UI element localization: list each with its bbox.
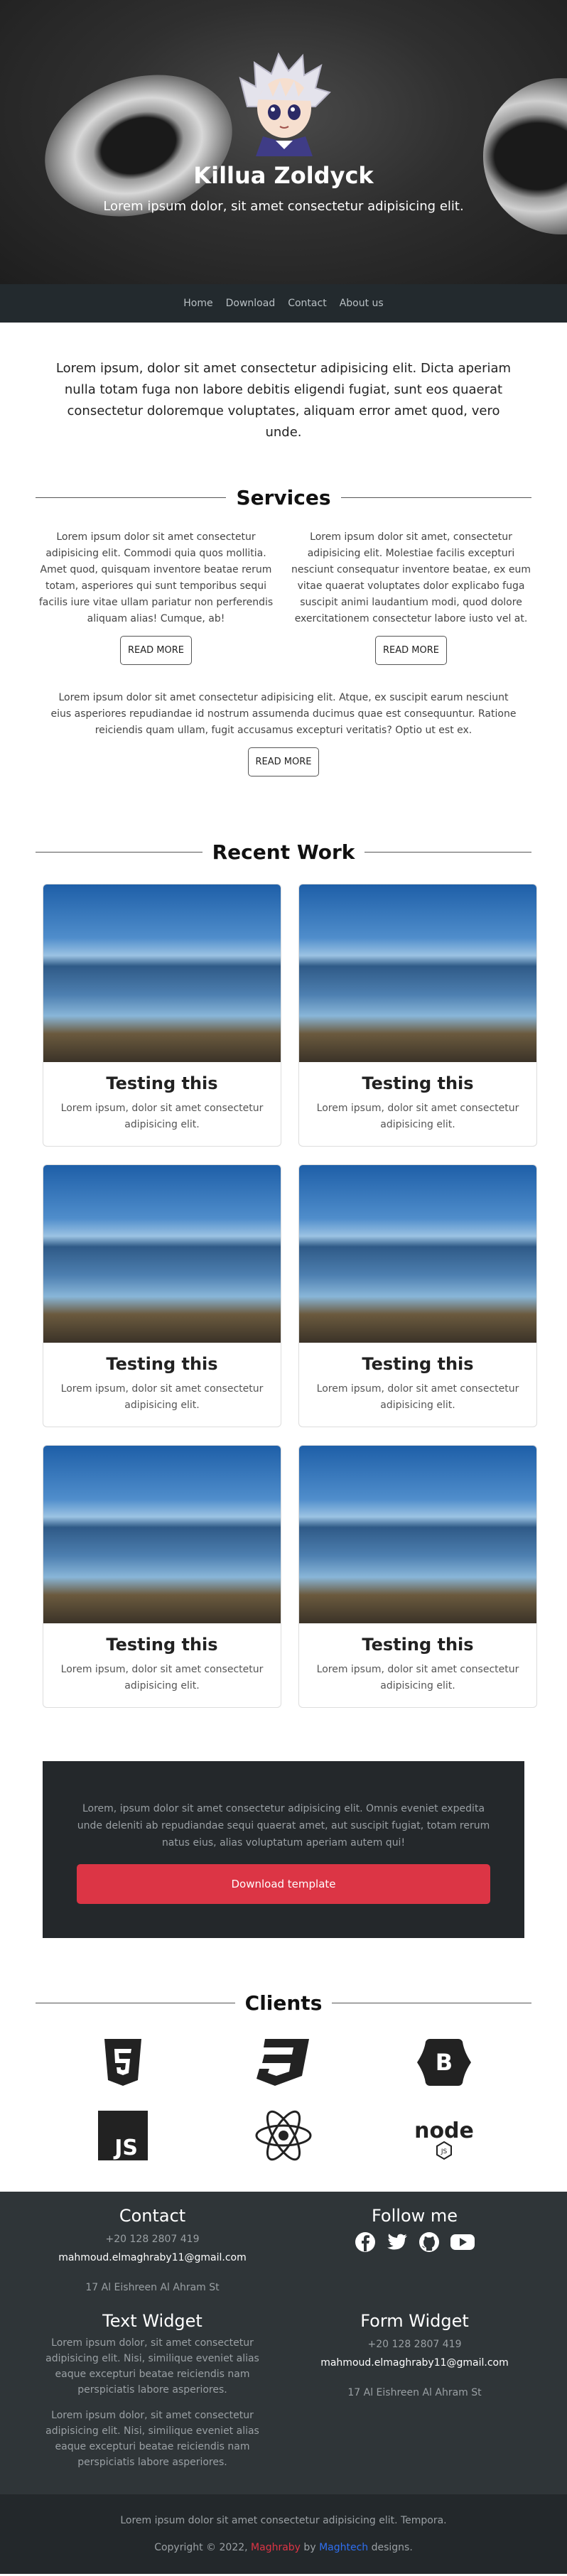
service-item: Lorem ipsum dolor sit amet, consectetur …: [291, 529, 531, 665]
card-title: Testing this: [106, 1635, 218, 1655]
work-card[interactable]: Testing this Lorem ipsum, dolor sit amet…: [43, 1164, 281, 1427]
form-widget-address: 17 Al Eishreen Al Ahram St: [347, 2387, 482, 2398]
form-widget-email[interactable]: mahmoud.elmaghraby11@gmail.com: [298, 2354, 531, 2372]
youtube-icon[interactable]: [450, 2231, 475, 2256]
card-text: Lorem ipsum, dolor sit amet consectetur …: [60, 1383, 264, 1411]
divider-line: [364, 852, 532, 853]
clients-heading-row: Clients: [0, 1991, 567, 2015]
bottom-text: Lorem ipsum dolor sit amet consectetur a…: [120, 2515, 447, 2526]
card-text: Lorem ipsum, dolor sit amet consectetur …: [60, 1664, 264, 1692]
read-more-button[interactable]: READ MORE: [375, 636, 447, 665]
contact-phone: +20 128 2807 419: [105, 2234, 200, 2245]
intro-text: Lorem ipsum, dolor sit amet consectetur …: [55, 361, 512, 440]
recent-work-heading-row: Recent Work: [0, 840, 567, 864]
read-more-button[interactable]: READ MORE: [120, 636, 192, 665]
work-card[interactable]: Testing this Lorem ipsum, dolor sit amet…: [43, 1445, 281, 1708]
card-text: Lorem ipsum, dolor sit amet consectetur …: [316, 1383, 519, 1411]
card-title: Testing this: [106, 1073, 218, 1093]
copyright-prefix: Copyright © 2022,: [154, 2542, 252, 2553]
killua-avatar-image: [239, 52, 331, 156]
service-item: Lorem ipsum dolor sit amet consectetur a…: [36, 529, 276, 665]
service-text: Lorem ipsum dolor sit amet consectetur a…: [38, 531, 274, 624]
divider-line: [340, 497, 532, 498]
card-text: Lorem ipsum, dolor sit amet consectetur …: [316, 1664, 519, 1692]
nav-link-contact[interactable]: Contact: [288, 298, 326, 309]
bottom-bar: Lorem ipsum dolor sit amet consectetur a…: [0, 2494, 567, 2574]
css3-logo-icon: [203, 2035, 364, 2090]
work-card[interactable]: Testing this Lorem ipsum, dolor sit amet…: [43, 884, 281, 1147]
text-widget-paragraph: Lorem ipsum dolor, sit amet consectetur …: [45, 2337, 259, 2396]
divider-line: [36, 497, 227, 498]
card-title: Testing this: [362, 1073, 474, 1093]
lake-mountain-image: [299, 1446, 536, 1623]
download-template-button[interactable]: Download template: [77, 1864, 490, 1904]
lake-mountain-image: [43, 1446, 281, 1623]
html5-logo-icon: [43, 2035, 203, 2090]
react-logo-icon: [203, 2108, 364, 2163]
intro-section: Lorem ipsum, dolor sit amet consectetur …: [0, 323, 567, 472]
divider-line: [36, 852, 202, 853]
nav-link-home[interactable]: Home: [183, 298, 212, 309]
follow-title: Follow me: [371, 2206, 458, 2226]
download-text: Lorem, ipsum dolor sit amet consectetur …: [77, 1803, 490, 1849]
form-widget-title: Form Widget: [360, 2311, 469, 2331]
twitter-icon[interactable]: [386, 2231, 409, 2256]
service-item: Lorem ipsum dolor sit amet consectetur a…: [36, 665, 531, 776]
hero-title: Killua Zoldyck: [193, 162, 374, 189]
text-widget-column: Text Widget Lorem ipsum dolor, sit amet …: [36, 2311, 269, 2480]
contact-title: Contact: [119, 2206, 186, 2226]
lake-mountain-image: [43, 1165, 281, 1343]
service-text: Lorem ipsum dolor sit amet consectetur a…: [50, 692, 517, 736]
svg-text:B: B: [436, 2049, 453, 2076]
card-text: Lorem ipsum, dolor sit amet consectetur …: [60, 1103, 264, 1130]
main-nav: Home Download Contact About us: [0, 284, 567, 323]
text-widget-paragraph: Lorem ipsum dolor, sit amet consectetur …: [45, 2410, 259, 2468]
follow-column: Follow me: [298, 2206, 531, 2297]
contact-column: Contact +20 128 2807 419 mahmoud.elmaghr…: [36, 2206, 269, 2297]
lake-mountain-image: [43, 884, 281, 1062]
recent-work-heading: Recent Work: [212, 840, 355, 864]
download-section: Lorem, ipsum dolor sit amet consectetur …: [43, 1761, 524, 1938]
copyright-suffix: designs.: [368, 2542, 413, 2553]
services-heading-row: Services: [0, 486, 567, 509]
svg-text:node: node: [414, 2118, 474, 2143]
clients-logos: B JS node JS: [0, 2035, 567, 2163]
recent-work-grid: Testing this Lorem ipsum, dolor sit amet…: [0, 884, 567, 1708]
card-title: Testing this: [362, 1635, 474, 1655]
clients-heading: Clients: [244, 1991, 323, 2015]
nav-link-download[interactable]: Download: [226, 298, 276, 309]
javascript-logo-icon: JS: [43, 2108, 203, 2163]
nav-link-about[interactable]: About us: [340, 298, 384, 309]
form-widget-column: Form Widget +20 128 2807 419 mahmoud.elm…: [298, 2311, 531, 2480]
lake-mountain-image: [299, 884, 536, 1062]
services-section: Lorem ipsum dolor sit amet consectetur a…: [0, 529, 567, 776]
facebook-icon[interactable]: [355, 2231, 376, 2256]
footer: Contact +20 128 2807 419 mahmoud.elmaghr…: [0, 2192, 567, 2494]
company-link[interactable]: Maghtech: [319, 2542, 368, 2553]
nodejs-logo-icon: node JS: [364, 2108, 524, 2163]
author-link[interactable]: Maghraby: [251, 2542, 301, 2553]
service-text: Lorem ipsum dolor sit amet, consectetur …: [291, 531, 531, 624]
hero-subtitle: Lorem ipsum dolor, sit amet consectetur …: [103, 199, 464, 214]
bootstrap-logo-icon: B: [364, 2035, 524, 2090]
svg-text:JS: JS: [113, 2136, 138, 2160]
github-icon[interactable]: [418, 2231, 440, 2256]
work-card[interactable]: Testing this Lorem ipsum, dolor sit amet…: [298, 1445, 537, 1708]
svg-text:JS: JS: [441, 2148, 448, 2155]
contact-address: 17 Al Eishreen Al Ahram St: [85, 2282, 220, 2293]
form-widget-phone: +20 128 2807 419: [367, 2339, 462, 2350]
read-more-button[interactable]: READ MORE: [247, 747, 320, 776]
hero-banner: Killua Zoldyck Lorem ipsum dolor, sit am…: [0, 0, 567, 284]
lake-mountain-image: [299, 1165, 536, 1343]
work-card[interactable]: Testing this Lorem ipsum, dolor sit amet…: [298, 1164, 537, 1427]
services-heading: Services: [236, 486, 331, 509]
copyright-by: by: [300, 2542, 320, 2553]
card-title: Testing this: [106, 1354, 218, 1374]
card-text: Lorem ipsum, dolor sit amet consectetur …: [316, 1103, 519, 1130]
copyright-line: Copyright © 2022, Maghraby by Maghtech d…: [14, 2534, 553, 2561]
contact-email[interactable]: mahmoud.elmaghraby11@gmail.com: [36, 2248, 269, 2267]
work-card[interactable]: Testing this Lorem ipsum, dolor sit amet…: [298, 884, 537, 1147]
text-widget-title: Text Widget: [102, 2311, 202, 2331]
card-title: Testing this: [362, 1354, 474, 1374]
